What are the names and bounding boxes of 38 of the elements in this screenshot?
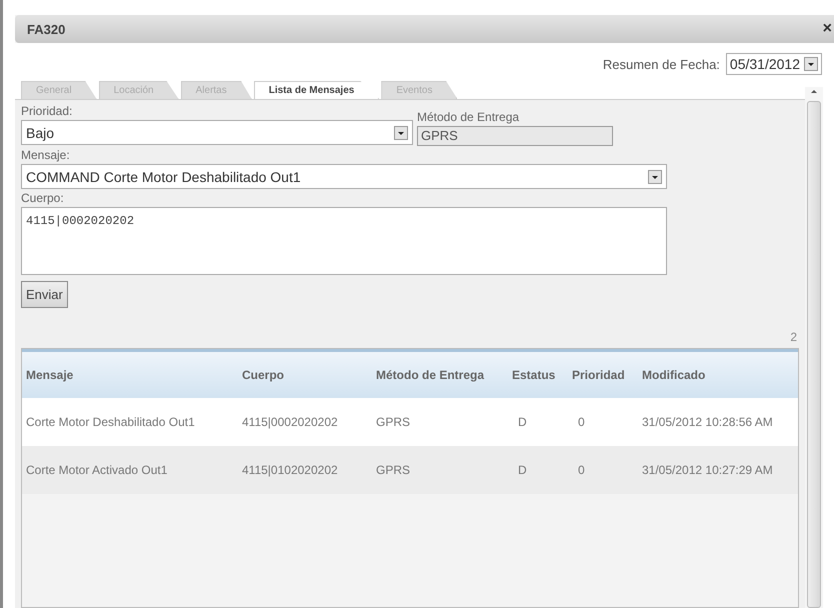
- column-header[interactable]: Cuerpo: [238, 368, 372, 382]
- dropdown-icon[interactable]: [394, 126, 408, 140]
- body-label: Cuerpo:: [21, 191, 65, 205]
- body-textarea[interactable]: 4115|0002020202: [21, 207, 667, 275]
- column-header[interactable]: Modificado: [638, 368, 788, 382]
- column-header[interactable]: Mensaje: [22, 368, 238, 382]
- scroll-thumb[interactable]: [807, 101, 821, 608]
- window-title: FA320: [27, 22, 66, 36]
- priority-label: Prioridad:: [21, 104, 74, 118]
- table-cell-text: Corte Motor Activado Out1: [25, 463, 168, 477]
- table-cell-text: D: [517, 415, 528, 429]
- date-label: Resumen de Fecha:: [602, 56, 720, 72]
- result-count: 2: [790, 330, 798, 344]
- close-button[interactable]: ×: [820, 20, 834, 38]
- delivery-label: Método de Entrega: [417, 110, 520, 124]
- table-cell-text: 0: [577, 415, 586, 429]
- column-header[interactable]: Prioridad: [568, 368, 638, 382]
- dropdown-icon[interactable]: [804, 57, 818, 71]
- message-label: Mensaje:: [21, 148, 71, 162]
- table-cell-text: 31/05/2012 10:28:56 AM: [641, 415, 774, 429]
- table-cell-text: GPRS: [375, 463, 412, 477]
- date-field[interactable]: 05/31/2012: [726, 53, 822, 75]
- table-cell-text: 4115|0002020202: [241, 415, 339, 429]
- table-cell-text: 4115|0102020202: [241, 463, 339, 477]
- column-header[interactable]: Método de Entrega: [372, 368, 508, 382]
- tab[interactable]: Lista de Mensajes: [254, 81, 380, 99]
- message-select[interactable]: COMMAND Corte Motor Deshabilitado Out1: [21, 164, 667, 189]
- scroll-up-icon[interactable]: [809, 87, 819, 95]
- scrollbar[interactable]: [805, 87, 823, 608]
- table-cell-text: Corte Motor Deshabilitado Out1: [25, 415, 196, 429]
- table-cell-text: D: [517, 463, 528, 477]
- table-cell-text: 0: [577, 463, 586, 477]
- table-cell-text: 31/05/2012 10:27:29 AM: [641, 463, 774, 477]
- send-button[interactable]: Enviar: [21, 281, 68, 308]
- priority-select[interactable]: Bajo: [21, 120, 413, 145]
- column-header[interactable]: Estatus: [508, 368, 568, 382]
- table-cell-text: GPRS: [375, 415, 412, 429]
- dropdown-icon[interactable]: [648, 170, 662, 184]
